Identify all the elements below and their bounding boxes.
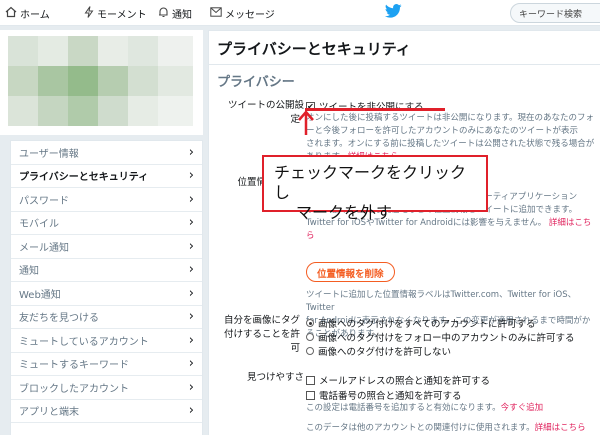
chevron-right-icon: › xyxy=(188,191,194,207)
nav-moments[interactable]: モーメント xyxy=(84,0,147,26)
settings-menu: ユーザー情報 › プライバシーとセキュリティ › パスワード › モバイル › メール通… xyxy=(10,140,203,435)
nav-notifications-label: 通知 xyxy=(172,9,192,21)
top-nav: ホーム モーメント 通知 メッセージ キーワード検索 xyxy=(0,0,600,26)
photo-tag-option-everyone[interactable]: 画像へのタグ付けをすべてのアカウントに許可する xyxy=(306,316,535,330)
nav-home-label: ホーム xyxy=(20,9,50,21)
chevron-right-icon: › xyxy=(188,215,194,231)
help-line: オンにした後に投稿するツイートは非公開になります。現在のあなたのフォ xyxy=(306,113,594,123)
sidebar-item-label: アプリと端末 xyxy=(19,407,79,419)
discoverability-help: このデータは他のアカウントとの関連付けに使用されます。詳細はこちら xyxy=(306,422,586,435)
nav-home[interactable]: ホーム xyxy=(5,0,50,26)
sidebar-item-label: プライバシーとセキュリティ xyxy=(19,172,149,184)
tweet-privacy-label-line1: ツイートの公開設 xyxy=(227,100,304,111)
sidebar-item-muted-accounts[interactable]: ミュートしているアカウント › xyxy=(11,329,202,353)
search-input[interactable]: キーワード検索 xyxy=(510,3,600,23)
email-discoverability-option[interactable]: メールアドレスの照合と通知を許可する xyxy=(306,373,490,387)
nav-messages-label: メッセージ xyxy=(225,9,275,21)
settings-panel: プライバシーとセキュリティ プライバシー ツイートの公開設 定 ✔ ツイートを非… xyxy=(208,30,600,435)
sidebar-item-account[interactable]: ユーザー情報 › xyxy=(11,141,202,165)
sidebar-item-label: ミュートするキーワード xyxy=(19,360,129,372)
chevron-right-icon: › xyxy=(188,356,194,372)
chevron-right-icon: › xyxy=(188,379,194,395)
help-line: このデータは他のアカウントとの関連付けに使用されます。 xyxy=(306,423,535,433)
chevron-right-icon: › xyxy=(188,168,194,184)
sidebar-item-label: パスワード xyxy=(19,195,69,207)
sidebar-item-web-notifications[interactable]: Web通知 › xyxy=(11,282,202,306)
twitter-bird-logo[interactable] xyxy=(384,4,402,21)
sidebar-item-privacy[interactable]: プライバシーとセキュリティ › xyxy=(11,165,202,188)
radio-label: 画像へのタグ付けをすべてのアカウントに許可する xyxy=(318,319,536,330)
annotation-text: マークを外す xyxy=(296,203,393,222)
sidebar-item-label: ユーザー情報 xyxy=(19,148,79,160)
sidebar-item-find-friends[interactable]: 友だちを見つける › xyxy=(11,306,202,329)
chevron-right-icon: › xyxy=(188,238,194,254)
learn-more-link[interactable]: 詳細はこちら xyxy=(535,423,586,433)
page-title: プライバシーとセキュリティ xyxy=(217,40,411,58)
phone-help: この設定は電話番号を追加すると有効になります。今すぐ追加 xyxy=(306,402,543,415)
sidebar-item-email-notifications[interactable]: メール通知 › xyxy=(11,235,202,259)
tweet-privacy-label-line2: 定 xyxy=(290,114,300,125)
title-divider xyxy=(209,64,600,65)
help-line: されます。オンにする前に投稿したツイートは公開された状態で残る場合が xyxy=(306,139,595,149)
add-now-link[interactable]: 今すぐ追加 xyxy=(501,403,544,413)
chevron-right-icon: › xyxy=(188,332,194,348)
chevron-right-icon: › xyxy=(188,403,194,419)
chevron-right-icon: › xyxy=(188,144,194,160)
sidebar-item-label: モバイル xyxy=(19,219,59,231)
chevron-right-icon: › xyxy=(188,285,194,301)
home-icon xyxy=(5,6,17,21)
sidebar-item-label: 通知 xyxy=(19,266,39,278)
annotation-callout: チェックマークをクリックし マークを外す xyxy=(262,155,488,222)
sidebar-item-blocked-accounts[interactable]: ブロックしたアカウント › xyxy=(11,376,202,400)
chevron-right-icon: › xyxy=(188,262,194,278)
phone-discoverability-option[interactable]: 電話番号の照合と通知を許可する xyxy=(306,388,462,402)
chevron-right-icon: › xyxy=(188,309,194,325)
sidebar-item-label: 友だちを見つける xyxy=(19,313,99,325)
sidebar-item-label: ミュートしているアカウント xyxy=(19,336,149,348)
radio-button[interactable] xyxy=(306,347,314,355)
photo-tagging-label-line: 可 xyxy=(290,343,300,354)
help-line: ーと今後フォローを許可したアカウントのみにあなたのツイートが表示 xyxy=(306,126,579,136)
lightning-icon xyxy=(84,5,94,21)
help-line: この設定は電話番号を追加すると有効になります。 xyxy=(306,403,501,413)
radio-button[interactable] xyxy=(306,319,314,327)
sidebar-item-label: メール通知 xyxy=(19,242,69,254)
sidebar-item-label: ブロックしたアカウント xyxy=(19,383,129,395)
sidebar-item-mobile[interactable]: モバイル › xyxy=(11,212,202,235)
help-line: ツイートに追加した位置情報ラベルはTwitter.com、Twitter for… xyxy=(306,290,577,313)
delete-location-button[interactable]: 位置情報を削除 xyxy=(306,262,395,282)
checkbox-label: メールアドレスの照合と通知を許可する xyxy=(319,376,491,387)
email-discoverability-checkbox[interactable] xyxy=(306,375,315,385)
photo-tagging-label-line: 自分を画像にタグ xyxy=(223,315,300,326)
annotation-text: チェックマークをクリックし xyxy=(274,163,467,202)
annotation-underline xyxy=(305,108,445,111)
discoverability-label: 見つけやすさ xyxy=(246,372,304,383)
photo-tagging-label: 自分を画像にタグ 付けすることを許 可 xyxy=(215,314,300,356)
checkbox-label: 電話番号の照合と通知を許可する xyxy=(319,391,462,402)
photo-tag-option-none[interactable]: 画像へのタグ付けを許可しない xyxy=(306,344,451,358)
radio-label: 画像へのタグ付けを許可しない xyxy=(318,347,452,358)
annotation-arrow-icon xyxy=(297,110,315,139)
sidebar-item-password[interactable]: パスワード › xyxy=(11,188,202,212)
nav-notifications[interactable]: 通知 xyxy=(158,0,192,26)
radio-label: 画像へのタグ付けをフォロー中のアカウントのみに許可する xyxy=(318,333,575,344)
nav-messages[interactable]: メッセージ xyxy=(210,0,275,26)
tweet-privacy-label: ツイートの公開設 定 xyxy=(219,99,304,127)
bell-icon xyxy=(158,6,169,21)
pixelated-profile-image xyxy=(8,36,193,126)
photo-tagging-label-line: 付けすることを許 xyxy=(223,329,300,340)
phone-discoverability-checkbox[interactable] xyxy=(306,390,315,400)
sidebar-item-apps-devices[interactable]: アプリと端末 › xyxy=(11,400,202,423)
section-title: プライバシー xyxy=(217,75,295,90)
sidebar-item-notifications[interactable]: 通知 › xyxy=(11,259,202,282)
envelope-icon xyxy=(210,6,222,20)
photo-tag-option-following[interactable]: 画像へのタグ付けをフォロー中のアカウントのみに許可する xyxy=(306,330,575,344)
nav-moments-label: モーメント xyxy=(97,9,147,21)
sidebar-item-muted-words[interactable]: ミュートするキーワード › xyxy=(11,353,202,376)
profile-card[interactable] xyxy=(0,30,203,135)
sidebar-item-label: Web通知 xyxy=(19,289,61,301)
radio-button[interactable] xyxy=(306,333,314,341)
